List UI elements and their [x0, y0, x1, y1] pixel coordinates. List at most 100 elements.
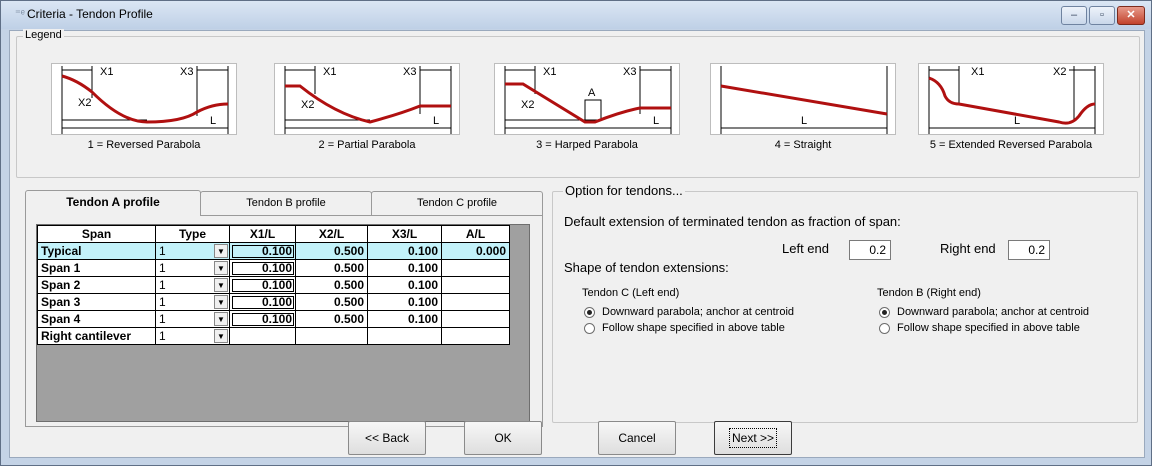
x2-cell[interactable]: 0.500 — [295, 276, 368, 294]
radio-selected-dot — [587, 310, 592, 315]
l-label: L — [801, 115, 807, 127]
options-group-label: Option for tendons... — [563, 183, 685, 198]
right-end-label: Right end — [940, 241, 996, 256]
x1-cell[interactable]: 0.100 — [229, 259, 296, 277]
x2-cell[interactable]: 0.500 — [295, 310, 368, 328]
ok-button[interactable]: OK — [464, 421, 542, 455]
type-dropdown[interactable]: 1 ▼ — [155, 259, 230, 277]
dropdown-arrow-icon[interactable]: ▼ — [214, 278, 228, 292]
type-value: 1 — [159, 261, 166, 275]
a-cell[interactable] — [441, 293, 510, 311]
shape-extensions-label: Shape of tendon extensions: — [564, 260, 729, 275]
dropdown-arrow-icon[interactable]: ▼ — [214, 295, 228, 309]
tendon-c-downward-label[interactable]: Downward parabola; anchor at centroid — [602, 306, 794, 318]
x3-cell[interactable]: 0.100 — [367, 259, 442, 277]
tendon-b-title: Tendon B (Right end) — [877, 287, 981, 299]
grid-header-row: Span Type X1/L X2/L X3/L A/L — [37, 225, 510, 243]
type-dropdown[interactable]: 1 ▼ — [155, 293, 230, 311]
x1-cell[interactable] — [229, 327, 296, 345]
x3-cell[interactable]: 0.100 — [367, 242, 442, 260]
a-label: A — [588, 87, 596, 99]
type-dropdown[interactable]: 1 ▼ — [155, 242, 230, 260]
x1-cell[interactable]: 0.100 — [229, 293, 296, 311]
dropdown-arrow-icon[interactable]: ▼ — [214, 312, 228, 326]
tab-tendon-a[interactable]: Tendon A profile — [25, 190, 201, 216]
l-label: L — [433, 115, 439, 127]
tab-tendon-c[interactable]: Tendon C profile — [371, 191, 543, 215]
a-cell[interactable]: 0.000 — [441, 242, 510, 260]
dropdown-arrow-icon[interactable]: ▼ — [214, 244, 228, 258]
span-cell: Span 4 — [37, 310, 156, 328]
next-button-label: Next >> — [728, 428, 778, 448]
profile-grid[interactable]: Span Type X1/L X2/L X3/L A/L Typical 1 ▼ … — [37, 225, 510, 345]
tab-tendon-b[interactable]: Tendon B profile — [200, 191, 372, 215]
type-dropdown[interactable]: 1 ▼ — [155, 310, 230, 328]
x2-cell[interactable]: 0.500 — [295, 293, 368, 311]
x3-cell[interactable] — [367, 327, 442, 345]
x3-label: X3 — [180, 66, 193, 78]
cancel-button[interactable]: Cancel — [598, 421, 676, 455]
tendon-b-follow-radio[interactable] — [879, 323, 890, 334]
legend-item-extended-reversed-parabola: X1 X2 L 5 = Extended Reversed Parabola — [918, 63, 1104, 157]
table-row[interactable]: Span 1 1 ▼ 0.100 0.500 0.100 — [37, 259, 510, 277]
x1-label: X1 — [100, 66, 113, 78]
profile-grid-area: Span Type X1/L X2/L X3/L A/L Typical 1 ▼ … — [36, 224, 530, 422]
type-dropdown[interactable]: 1 ▼ — [155, 276, 230, 294]
tendon-c-follow-label[interactable]: Follow shape specified in above table — [602, 322, 785, 334]
l-label: L — [653, 115, 659, 127]
table-row[interactable]: Span 4 1 ▼ 0.100 0.500 0.100 — [37, 310, 510, 328]
x1-label: X1 — [543, 66, 556, 78]
type-value: 1 — [159, 312, 166, 326]
app-icon: ⁼ᵉ — [15, 8, 25, 20]
x1-label: X1 — [323, 66, 336, 78]
x2-cell[interactable]: 0.500 — [295, 242, 368, 260]
x3-cell[interactable]: 0.100 — [367, 276, 442, 294]
span-cell: Span 1 — [37, 259, 156, 277]
left-end-input[interactable]: 0.2 — [849, 240, 891, 260]
type-value: 1 — [159, 329, 166, 343]
window-title: Criteria - Tendon Profile — [27, 7, 153, 21]
type-dropdown[interactable]: 1 ▼ — [155, 327, 230, 345]
radio-selected-dot — [882, 310, 887, 315]
minimize-icon: – — [1070, 9, 1078, 21]
dropdown-arrow-icon[interactable]: ▼ — [214, 329, 228, 343]
a-cell[interactable] — [441, 276, 510, 294]
x3-cell[interactable]: 0.100 — [367, 293, 442, 311]
dropdown-arrow-icon[interactable]: ▼ — [214, 261, 228, 275]
legend-label: Legend — [23, 29, 64, 41]
x1-cell[interactable]: 0.100 — [229, 242, 296, 260]
next-button[interactable]: Next >> — [714, 421, 792, 455]
x2-cell[interactable]: 0.500 — [295, 259, 368, 277]
table-row[interactable]: Typical 1 ▼ 0.100 0.500 0.100 0.000 — [37, 242, 510, 260]
tendon-b-downward-label[interactable]: Downward parabola; anchor at centroid — [897, 306, 1089, 318]
l-label: L — [210, 115, 216, 127]
x2-label: X2 — [1053, 66, 1066, 78]
right-end-input[interactable]: 0.2 — [1008, 240, 1050, 260]
tendon-b-downward-radio[interactable] — [879, 307, 890, 318]
span-cell: Typical — [37, 242, 156, 260]
x1-cell[interactable]: 0.100 — [229, 310, 296, 328]
tendon-c-downward-radio[interactable] — [584, 307, 595, 318]
span-cell: Right cantilever — [37, 327, 156, 345]
x3-cell[interactable]: 0.100 — [367, 310, 442, 328]
title-bar[interactable]: ⁼ᵉ Criteria - Tendon Profile – ▫ ✕ — [1, 1, 1151, 29]
table-row[interactable]: Span 2 1 ▼ 0.100 0.500 0.100 — [37, 276, 510, 294]
col-header-x1: X1/L — [229, 225, 296, 243]
restore-button[interactable]: ▫ — [1089, 6, 1115, 25]
a-cell[interactable] — [441, 327, 510, 345]
close-button[interactable]: ✕ — [1117, 6, 1145, 25]
x2-cell[interactable] — [295, 327, 368, 345]
partial-parabola-diagram: X1 X3 X2 L — [274, 63, 460, 135]
a-cell[interactable] — [441, 310, 510, 328]
tendon-c-follow-radio[interactable] — [584, 323, 595, 334]
tendon-b-follow-label[interactable]: Follow shape specified in above table — [897, 322, 1080, 334]
minimize-button[interactable]: – — [1061, 6, 1087, 25]
type-value: 1 — [159, 295, 166, 309]
back-button[interactable]: << Back — [348, 421, 426, 455]
table-row[interactable]: Right cantilever 1 ▼ — [37, 327, 510, 345]
a-cell[interactable] — [441, 259, 510, 277]
table-row[interactable]: Span 3 1 ▼ 0.100 0.500 0.100 — [37, 293, 510, 311]
legend-caption: 1 = Reversed Parabola — [87, 139, 201, 151]
restore-icon: ▫ — [1100, 9, 1104, 21]
x1-cell[interactable]: 0.100 — [229, 276, 296, 294]
